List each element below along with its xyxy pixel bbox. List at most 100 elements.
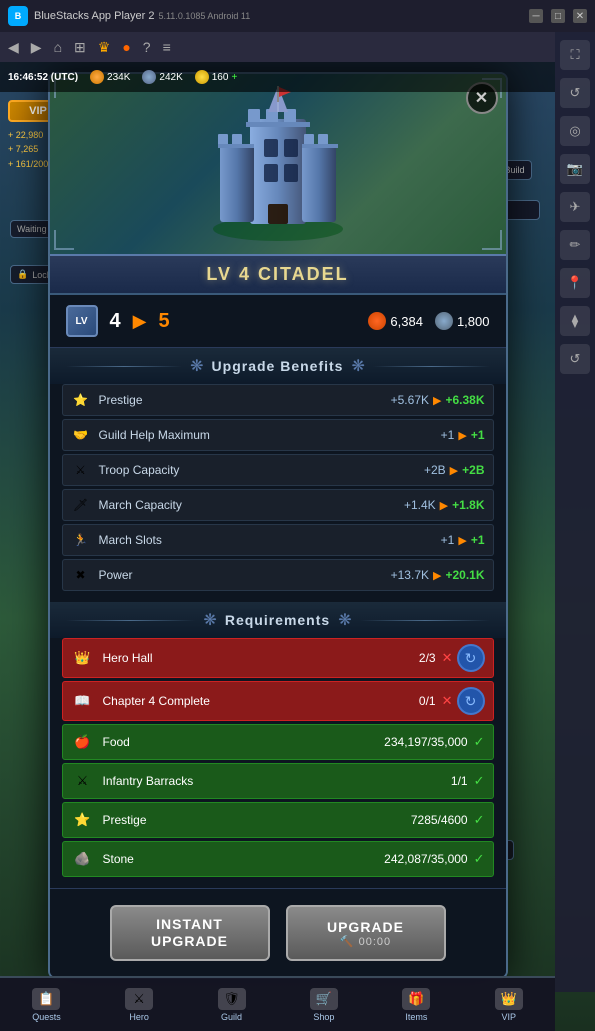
prestige-current: +5.67K xyxy=(391,393,429,407)
sidebar-edit[interactable]: ✏ xyxy=(560,230,590,260)
back-button[interactable]: ◀ xyxy=(8,39,19,56)
food-cost: 6,384 xyxy=(368,312,423,330)
currency1-value: 234K xyxy=(107,72,130,83)
prestige-label: Prestige xyxy=(99,393,391,407)
sidebar-layers[interactable]: ⧫ xyxy=(560,306,590,336)
menu-button[interactable]: ≡ xyxy=(163,39,171,55)
prestige-values: +5.67K ▶ +6.38K xyxy=(391,393,485,407)
vip-label: VIP xyxy=(501,1012,516,1022)
benefits-deco-right: ❋ xyxy=(351,356,364,376)
troop-arrow: ▶ xyxy=(450,464,458,477)
sidebar-rotate[interactable]: ↺ xyxy=(560,78,590,108)
sidebar-camera[interactable]: ◎ xyxy=(560,116,590,146)
req-row-food: 🍎 Food 234,197/35,000 ✓ xyxy=(62,724,494,760)
infantry-value: 1/1 xyxy=(451,774,468,788)
chapter4-label: Chapter 4 Complete xyxy=(103,694,419,708)
infantry-status: ✓ xyxy=(474,773,485,789)
req-row-infantry: ⚔ Infantry Barracks 1/1 ✓ xyxy=(62,763,494,799)
instant-upgrade-button[interactable]: INSTANTUPGRADE xyxy=(110,905,270,961)
benefit-row-troop: ⚔ Troop Capacity +2B ▶ +2B xyxy=(62,454,494,486)
gold-icon xyxy=(195,70,209,84)
forward-button[interactable]: ▶ xyxy=(31,39,42,56)
req-row-chapter4: 📖 Chapter 4 Complete 0/1 ✕ ↻ xyxy=(62,681,494,721)
dialog-overlay: ✕ LV 4 CITADEL LV 4 ▶ 5 6,384 1,800 xyxy=(0,62,555,1002)
benefits-section: ⭐ Prestige +5.67K ▶ +6.38K 🤝 Guild Help … xyxy=(50,384,506,602)
benefit-row-prestige: ⭐ Prestige +5.67K ▶ +6.38K xyxy=(62,384,494,416)
dialog-title: LV 4 CITADEL xyxy=(58,264,498,285)
shop-icon: 🛒 xyxy=(310,988,338,1010)
guild-arrow: ▶ xyxy=(458,429,466,442)
level-selector: LV 4 ▶ 5 6,384 1,800 xyxy=(50,295,506,348)
hero-hall-refresh-button[interactable]: ↻ xyxy=(457,644,485,672)
power-current: +13.7K xyxy=(391,568,429,582)
lv-badge: LV xyxy=(66,305,98,337)
crown-icon: ♛ xyxy=(98,39,111,56)
vip-nav-icon: 👑 xyxy=(495,988,523,1010)
help-button[interactable]: ? xyxy=(143,39,151,55)
benefits-line-left xyxy=(66,366,183,367)
sidebar-location[interactable]: 📍 xyxy=(560,268,590,298)
troop-next: +2B xyxy=(462,463,484,477)
food-cost-value: 6,384 xyxy=(390,314,423,329)
nav-item-items[interactable]: 🎁 Items xyxy=(402,988,430,1022)
dialog-header-image: ✕ xyxy=(50,74,506,254)
app-version: 5.11.0.1085 Android 11 xyxy=(158,11,250,21)
prestige-req-icon: ⭐ xyxy=(71,808,95,832)
upgrade-label: UPGRADE xyxy=(327,919,404,935)
march-cap-label: March Capacity xyxy=(99,498,404,512)
benefit-row-guild: 🤝 Guild Help Maximum +1 ▶ +1 xyxy=(62,419,494,451)
home-button[interactable]: ⌂ xyxy=(54,39,62,55)
resource-gold: 160 + xyxy=(195,70,238,84)
req-line-right xyxy=(360,620,490,621)
nav-item-shop[interactable]: 🛒 Shop xyxy=(310,988,338,1022)
shop-label: Shop xyxy=(313,1012,334,1022)
currency2-icon xyxy=(142,70,156,84)
items-icon: 🎁 xyxy=(402,988,430,1010)
hero-hall-icon: 👑 xyxy=(71,646,95,670)
nav-item-hero[interactable]: ⚔ Hero xyxy=(125,988,153,1022)
hero-hall-label: Hero Hall xyxy=(103,651,419,665)
benefits-section-header: ❋ Upgrade Benefits ❋ xyxy=(50,348,506,384)
benefits-deco-left: ❋ xyxy=(190,356,203,376)
guild-next: +1 xyxy=(471,428,485,442)
prestige-req-status: ✓ xyxy=(474,812,485,828)
requirements-section-header: ❋ Requirements ❋ xyxy=(50,602,506,638)
req-row-stone: 🪨 Stone 242,087/35,000 ✓ xyxy=(62,841,494,877)
level-next: 5 xyxy=(158,310,169,333)
benefit-row-power: ✖ Power +13.7K ▶ +20.1K xyxy=(62,559,494,591)
bluestacks-logo: B xyxy=(8,6,28,26)
prestige-icon: ⭐ xyxy=(71,390,91,410)
grid-button[interactable]: ⊞ xyxy=(74,39,86,56)
hero-icon: ⚔ xyxy=(125,988,153,1010)
maximize-button[interactable]: □ xyxy=(551,9,565,23)
power-icon: ✖ xyxy=(71,565,91,585)
stone-cost-icon xyxy=(435,312,453,330)
nav-item-quests[interactable]: 📋 Quests xyxy=(32,988,61,1022)
guild-values: +1 ▶ +1 xyxy=(441,428,485,442)
troop-icon: ⚔ xyxy=(71,460,91,480)
upgrade-button[interactable]: UPGRADE 🔨 00:00 xyxy=(286,905,446,961)
req-row-hero-hall: 👑 Hero Hall 2/3 ✕ ↻ xyxy=(62,638,494,678)
nav-item-guild[interactable]: 🛡 Guild xyxy=(218,988,246,1022)
deco-corner-br xyxy=(482,230,502,250)
game-time: 16:46:52 (UTC) xyxy=(8,72,78,83)
march-slots-arrow: ▶ xyxy=(458,534,466,547)
march-cap-values: +1.4K ▶ +1.8K xyxy=(404,498,485,512)
march-slots-label: March Slots xyxy=(99,533,441,547)
sidebar-screenshot[interactable]: 📷 xyxy=(560,154,590,184)
currency2-value: 242K xyxy=(159,72,182,83)
march-cap-current: +1.4K xyxy=(404,498,436,512)
game-status-bar: 16:46:52 (UTC) 234K 242K 160 + xyxy=(0,62,555,92)
close-window-button[interactable]: ✕ xyxy=(573,9,587,23)
sidebar-flight[interactable]: ✈ xyxy=(560,192,590,222)
chapter4-refresh-button[interactable]: ↻ xyxy=(457,687,485,715)
minimize-button[interactable]: ─ xyxy=(529,9,543,23)
sidebar-fullscreen[interactable]: ⛶ xyxy=(560,40,590,70)
infantry-icon: ⚔ xyxy=(71,769,95,793)
march-slots-current: +1 xyxy=(441,533,455,547)
nav-item-vip[interactable]: 👑 VIP xyxy=(495,988,523,1022)
benefit-row-march-slots: 🏃 March Slots +1 ▶ +1 xyxy=(62,524,494,556)
guild-label: Guild Help Maximum xyxy=(99,428,441,442)
window-controls: ─ □ ✕ xyxy=(529,9,587,23)
sidebar-refresh[interactable]: ↺ xyxy=(560,344,590,374)
